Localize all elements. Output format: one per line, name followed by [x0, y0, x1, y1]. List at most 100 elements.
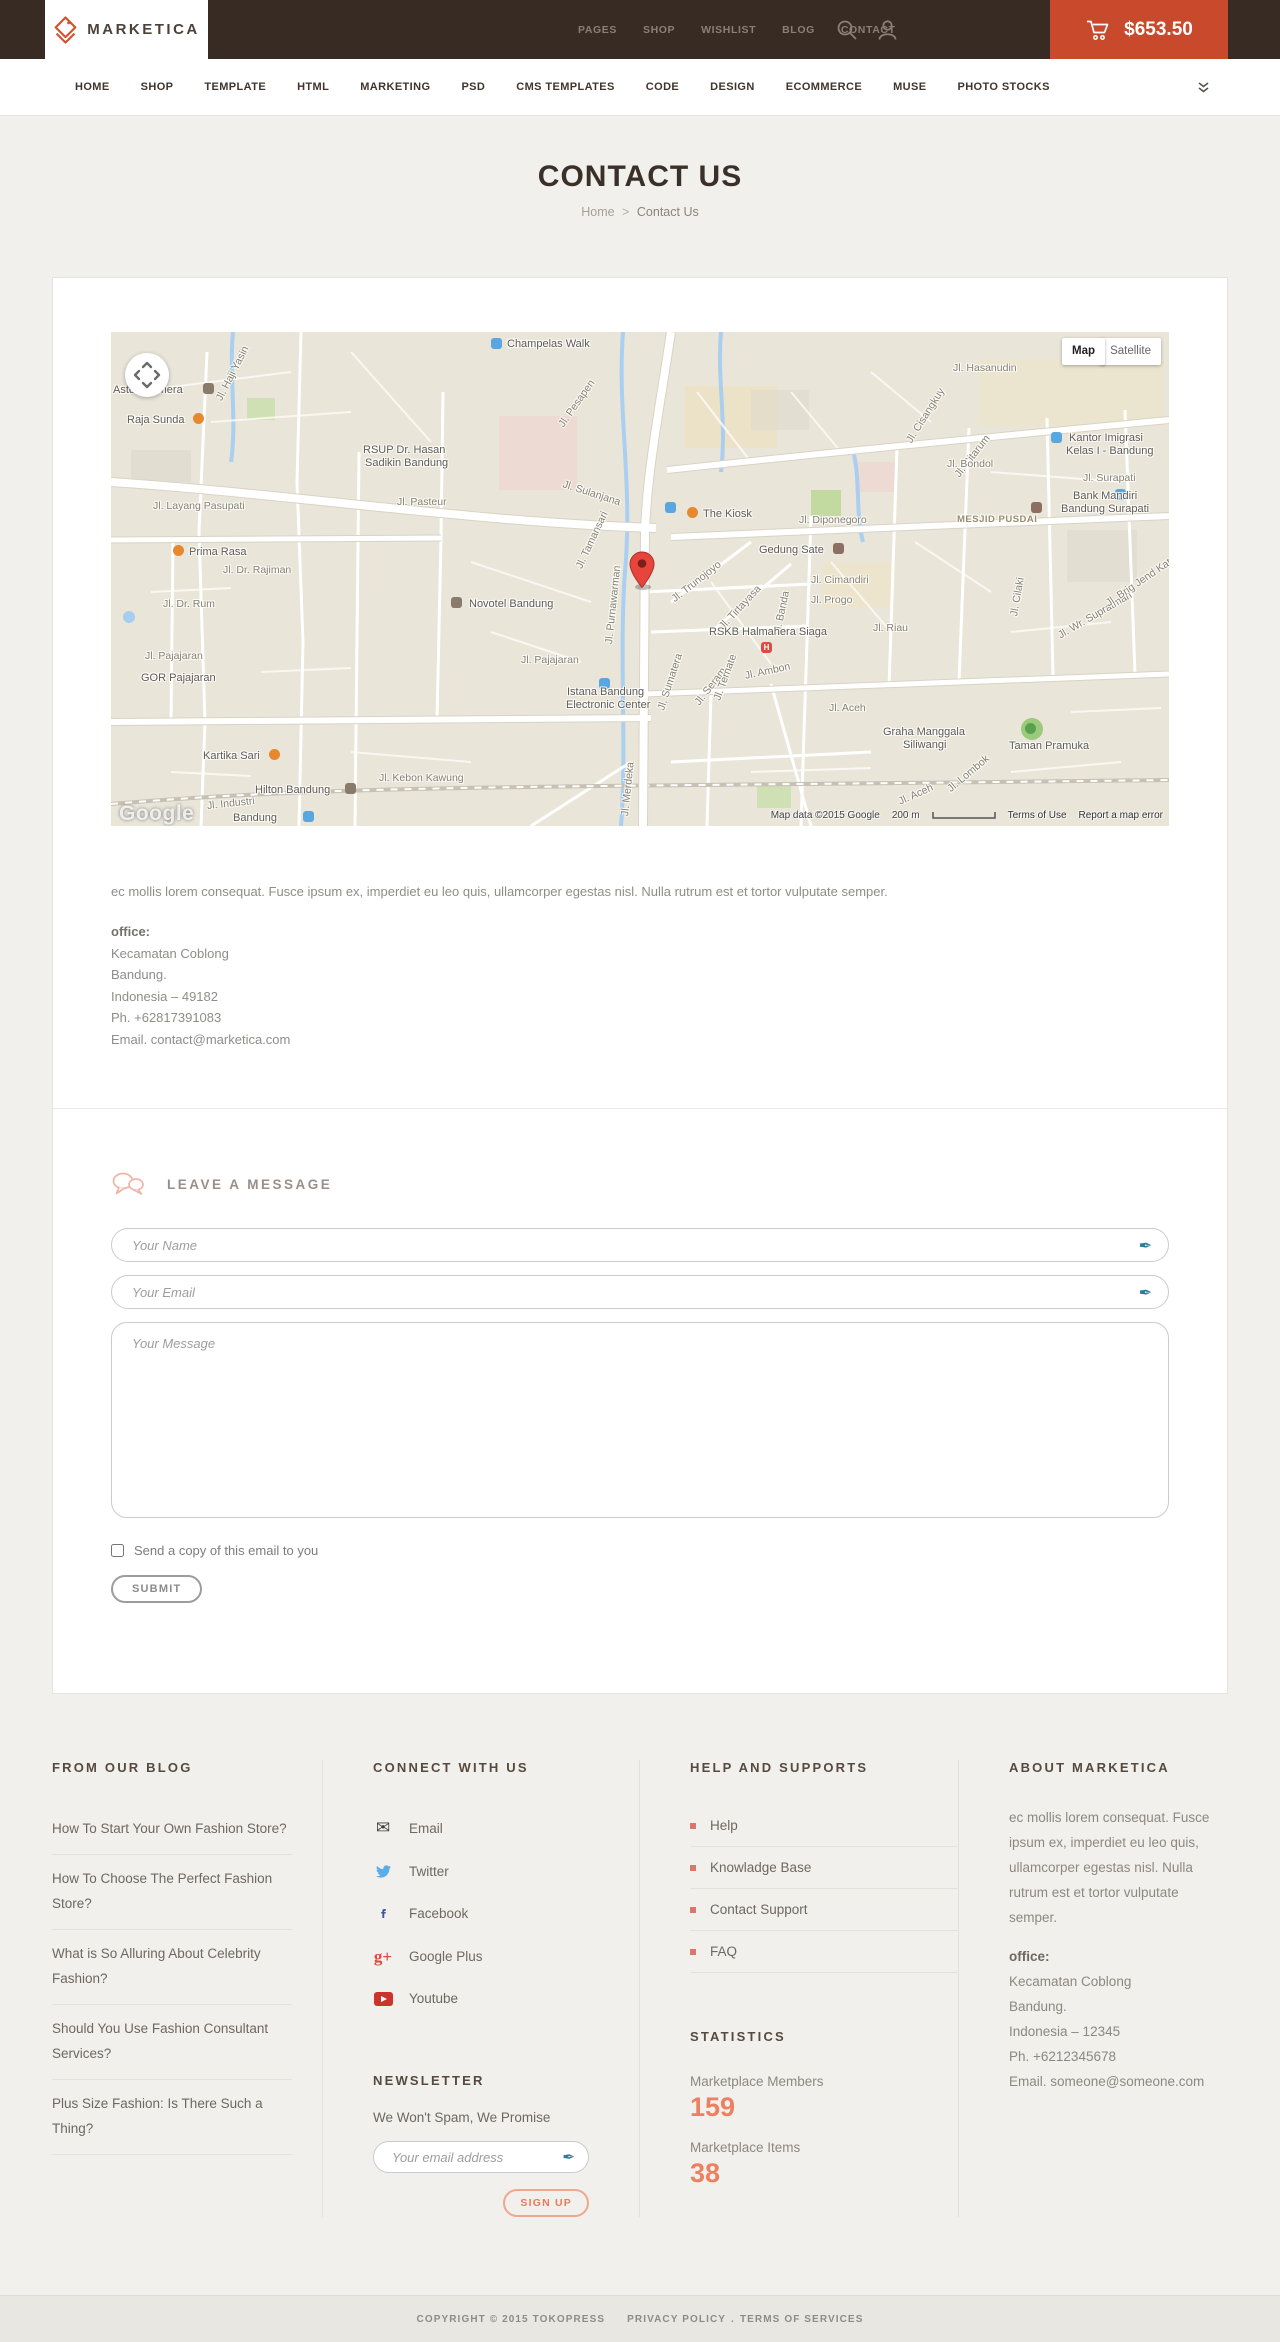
breadcrumb: Home > Contact Us — [0, 205, 1280, 219]
map-poi-icon — [665, 502, 676, 513]
signup-button[interactable]: SIGN UP — [503, 2189, 589, 2217]
top-nav-blog[interactable]: BLOG — [782, 24, 815, 36]
logo[interactable]: MARKETICA — [45, 0, 208, 59]
map-label: MESJID PUSDAI — [957, 514, 1038, 525]
category-nav-item[interactable]: HTML — [297, 81, 329, 93]
link-separator: . — [731, 2313, 735, 2325]
send-copy-checkbox[interactable] — [111, 1544, 124, 1557]
map-poi-icon — [761, 642, 772, 653]
user-account-icon[interactable] — [877, 19, 898, 41]
chevron-down-icon[interactable] — [1197, 81, 1210, 93]
map-label: Champelas Walk — [507, 338, 590, 350]
map-label: Jl. Hasanudin — [953, 362, 1017, 374]
page-title: CONTACT US — [537, 160, 743, 193]
top-nav-pages[interactable]: PAGES — [578, 24, 617, 36]
top-nav-wishlist[interactable]: WISHLIST — [701, 24, 756, 36]
message-form-heading: LEAVE A MESSAGE — [167, 1177, 333, 1192]
help-link-label: Contact Support — [710, 1902, 808, 1917]
category-nav-item[interactable]: MUSE — [893, 81, 926, 93]
map-label: RSKB Halmahera Siaga — [709, 626, 828, 638]
category-nav-item[interactable]: TEMPLATE — [204, 81, 266, 93]
map-poi-icon — [269, 749, 280, 760]
map-label: Sadikin Bandung — [365, 457, 449, 469]
terms-of-services-link[interactable]: TERMS OF SERVICES — [740, 2314, 864, 2325]
category-nav-item[interactable]: HOME — [75, 81, 110, 93]
terms-of-use-link[interactable]: Terms of Use — [1008, 810, 1067, 821]
category-nav-item[interactable]: DESIGN — [710, 81, 755, 93]
cart-button[interactable]: $653.50 — [1050, 0, 1228, 59]
map-pan-control[interactable] — [125, 353, 169, 397]
blog-link[interactable]: What is So Alluring About Celebrity Fash… — [52, 1930, 292, 2005]
privacy-policy-link[interactable]: PRIVACY POLICY — [627, 2314, 726, 2325]
email-input[interactable] — [111, 1275, 1169, 1309]
help-link[interactable]: FAQ — [690, 1931, 958, 1973]
breadcrumb-separator: > — [622, 205, 630, 219]
newsletter-block: NEWSLETTER We Won't Spam, We Promise ✒ S… — [373, 2073, 639, 2217]
connect-link-email[interactable]: ✉ Email — [373, 1805, 639, 1851]
cart-icon — [1087, 20, 1109, 40]
help-link[interactable]: Contact Support — [690, 1889, 958, 1931]
cart-total: $653.50 — [1124, 18, 1193, 40]
youtube-icon — [373, 1991, 393, 2006]
help-heading: HELP AND SUPPORTS — [690, 1760, 869, 1775]
map-poi-icon — [1031, 502, 1042, 513]
help-link-label: Knowladge Base — [710, 1860, 812, 1875]
blog-link[interactable]: How To Start Your Own Fashion Store? — [52, 1805, 292, 1855]
map-label: Novotel Bandung — [469, 598, 554, 610]
map-poi-icon — [1051, 432, 1062, 443]
category-nav-item[interactable]: CMS TEMPLATES — [516, 81, 615, 93]
submit-button[interactable]: SUBMIT — [111, 1575, 203, 1603]
map-data-credit: Map data ©2015 Google — [770, 810, 880, 821]
category-nav-item[interactable]: PSD — [461, 81, 485, 93]
category-nav-item[interactable]: CODE — [646, 81, 679, 93]
connect-link-twitter[interactable]: Twitter — [373, 1851, 639, 1892]
satellite-view-button[interactable]: Satellite — [1100, 338, 1161, 365]
statistics-block: STATISTICS Marketplace Members 159 Marke… — [690, 2029, 958, 2189]
connect-link-youtube[interactable]: Youtube — [373, 1978, 639, 2019]
footer-blog-column: FROM OUR BLOG How To Start Your Own Fash… — [52, 1760, 322, 2217]
map-label: Jl. Progo — [811, 594, 853, 606]
connect-link-google-plus[interactable]: g+ Google Plus — [373, 1935, 639, 1978]
blog-link[interactable]: Should You Use Fashion Consultant Servic… — [52, 2005, 292, 2080]
email-icon: ✉ — [375, 1818, 391, 1838]
bullet-icon — [690, 1948, 696, 1955]
map-label: Jl. Pasteur — [397, 496, 447, 508]
map-label: Graha Manggala — [883, 726, 965, 738]
footer-about-column: ABOUT MARKETICA ec mollis lorem consequa… — [958, 1760, 1228, 2217]
category-nav-item[interactable]: ECOMMERCE — [786, 81, 862, 93]
map-poi-icon — [1025, 723, 1036, 734]
category-nav-item[interactable]: PHOTO STOCKS — [957, 81, 1049, 93]
tag-icon — [53, 15, 78, 45]
map-label: The Kiosk — [703, 508, 752, 520]
message-textarea[interactable] — [111, 1322, 1169, 1518]
map-label: Kartika Sari — [203, 750, 260, 762]
breadcrumb-home[interactable]: Home — [581, 205, 614, 219]
newsletter-email-input[interactable] — [373, 2141, 589, 2173]
help-link[interactable]: Knowladge Base — [690, 1847, 958, 1889]
chat-bubbles-icon — [111, 1171, 145, 1198]
report-map-error-link[interactable]: Report a map error — [1079, 810, 1163, 821]
help-link[interactable]: Help — [690, 1805, 958, 1847]
map-pin-icon — [629, 551, 655, 594]
category-nav-item[interactable]: MARKETING — [360, 81, 430, 93]
map-poi-icon — [345, 783, 356, 794]
statistics-heading: STATISTICS — [690, 2029, 786, 2044]
office-address-line: Kecamatan Coblong — [111, 945, 229, 961]
map-label: Jl. Dr. Rajiman — [223, 564, 292, 576]
bullet-icon — [690, 1822, 696, 1829]
search-icon[interactable] — [836, 19, 858, 41]
connect-link-facebook[interactable]: Facebook — [373, 1892, 639, 1935]
map-label: Jl. Bondol — [947, 458, 994, 470]
content-card: Champelas Walk Jl. Hasanudin Jl. Pesapen… — [52, 277, 1228, 1694]
name-input[interactable] — [111, 1228, 1169, 1262]
contact-intro-text: ec mollis lorem consequat. Fusce ipsum e… — [111, 884, 888, 899]
help-link-label: Help — [710, 1818, 738, 1833]
google-map[interactable]: Champelas Walk Jl. Hasanudin Jl. Pesapen… — [111, 332, 1169, 826]
category-nav-item[interactable]: SHOP — [141, 81, 174, 93]
newsletter-heading: NEWSLETTER — [373, 2073, 485, 2088]
blog-link[interactable]: Plus Size Fashion: Is There Such a Thing… — [52, 2080, 292, 2155]
blog-link[interactable]: How To Choose The Perfect Fashion Store? — [52, 1855, 292, 1930]
map-view-button[interactable]: Map — [1062, 338, 1105, 365]
top-nav-shop[interactable]: SHOP — [643, 24, 675, 36]
office-address-line: Email. contact@marketica.com — [111, 1031, 291, 1047]
